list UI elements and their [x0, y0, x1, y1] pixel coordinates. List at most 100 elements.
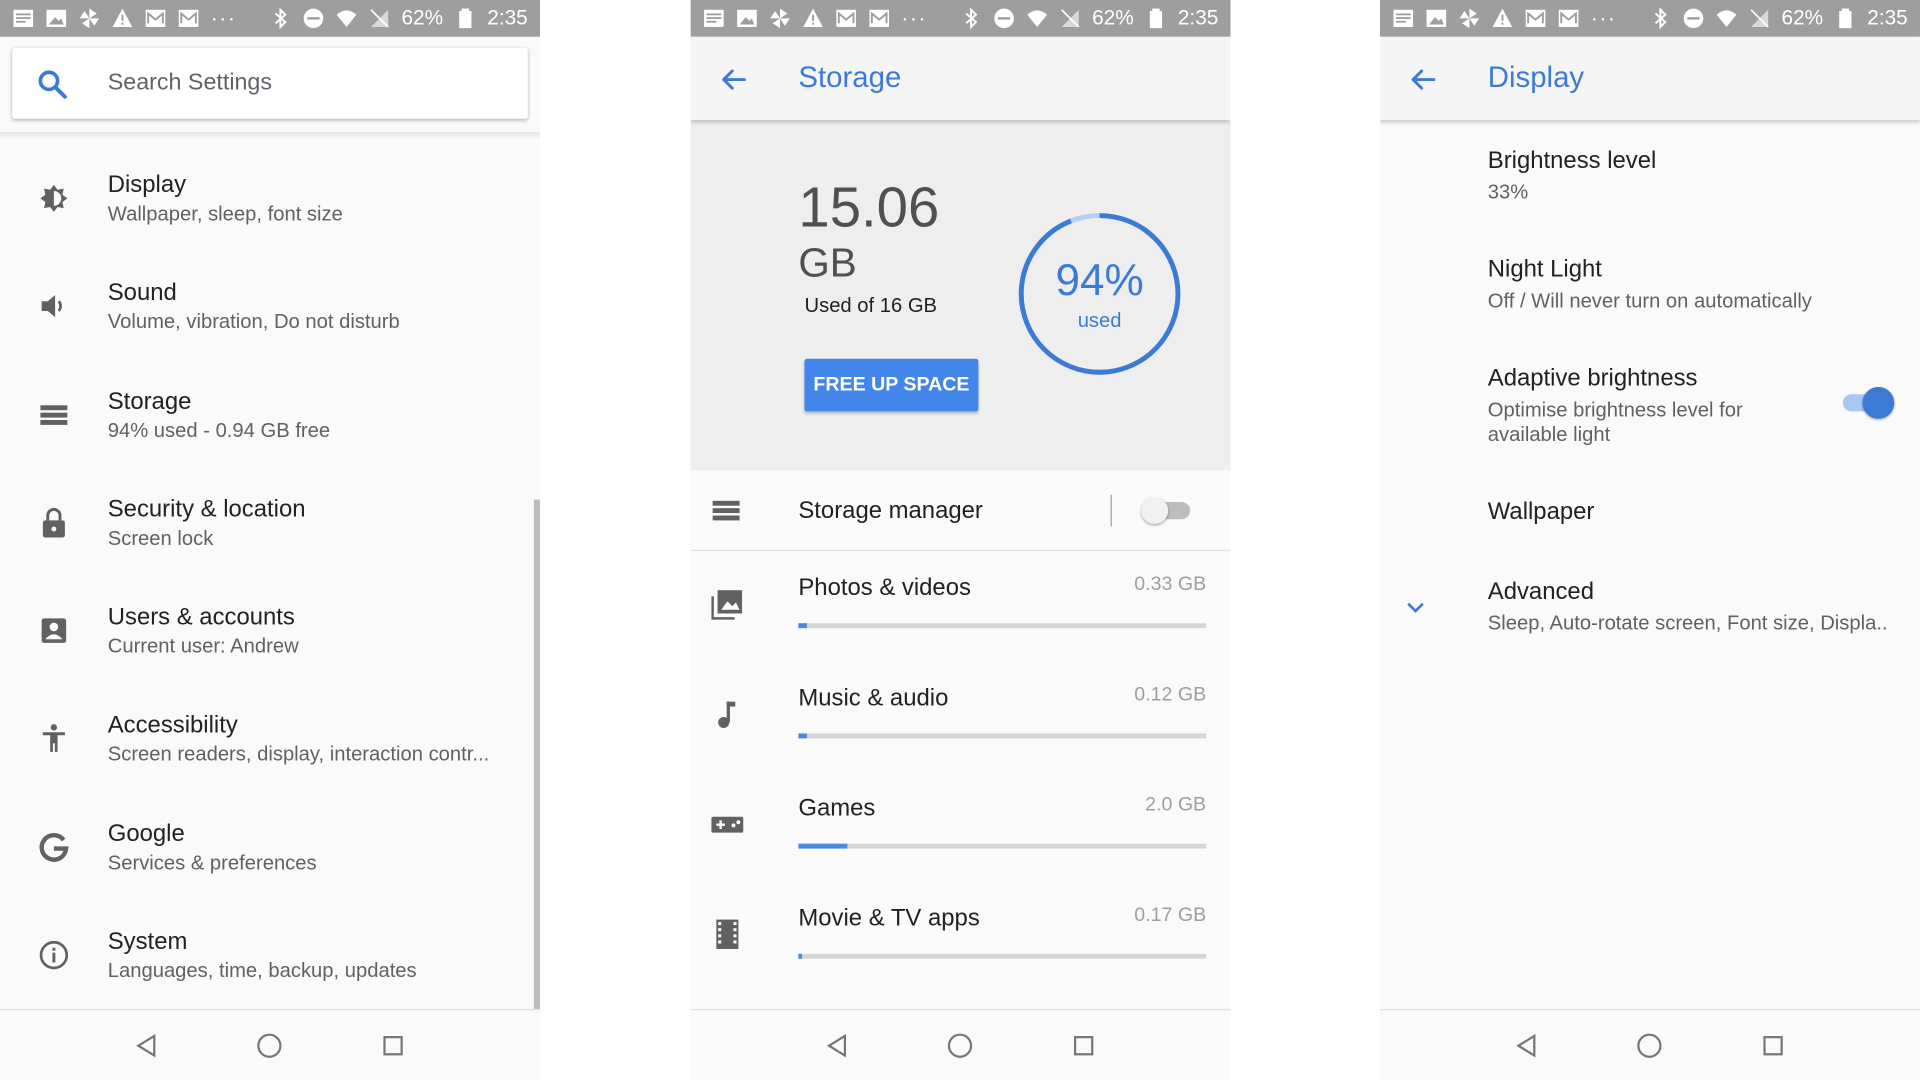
google-icon — [37, 830, 71, 864]
back-nav-button[interactable] — [1510, 1028, 1544, 1062]
category-photos[interactable]: Photos & videos 0.33 GB — [691, 550, 1231, 660]
display-item-advanced[interactable]: Advanced Sleep, Auto-rotate screen, Font… — [1488, 578, 1888, 636]
accessibility-icon — [37, 722, 71, 756]
settings-item-title: Google — [107, 820, 185, 848]
status-bar: ··· 62% 2:35 — [690, 0, 1231, 37]
storage-manager-row[interactable]: Storage manager — [690, 470, 1231, 552]
search-bar[interactable]: Search Settings — [12, 47, 528, 119]
category-label: Games — [798, 794, 876, 822]
bluetooth-icon — [960, 7, 982, 30]
gamepad-icon — [710, 807, 744, 841]
category-music[interactable]: Music & audio 0.12 GB — [691, 660, 1231, 770]
display-item-wallpaper[interactable]: Wallpaper — [1488, 498, 1595, 526]
used-amount: 15.06 — [798, 175, 940, 239]
home-nav-button[interactable] — [1633, 1028, 1667, 1062]
category-size: 0.33 GB — [1134, 574, 1207, 596]
storage-summary: 15.06 GB Used of 16 GB FREE UP SPACE 94%… — [690, 120, 1231, 471]
back-triangle-icon — [136, 1033, 156, 1057]
bluetooth-icon — [1649, 7, 1671, 30]
bluetooth-icon — [269, 7, 291, 30]
settings-list: Display Wallpaper, sleep, font size Soun… — [0, 140, 540, 1005]
display-item-subtitle: Sleep, Auto-rotate screen, Font size, Di… — [1487, 612, 1888, 635]
adaptive-brightness-toggle[interactable] — [1840, 386, 1895, 419]
warning-icon — [1491, 7, 1513, 29]
storage-manager-toggle[interactable] — [1141, 496, 1195, 525]
settings-item-google[interactable]: Google Services & preferences — [0, 788, 540, 896]
battery-icon — [1145, 7, 1167, 29]
warning-icon — [111, 7, 133, 29]
chevron-down-icon[interactable] — [1402, 594, 1429, 621]
battery-icon — [1834, 7, 1856, 29]
app-bar: Display — [1380, 36, 1920, 121]
settings-item-subtitle: Screen lock — [107, 527, 214, 550]
settings-item-title: Users & accounts — [107, 603, 295, 631]
navigation-bar — [0, 1008, 541, 1080]
more-notifications-icon: ··· — [1590, 6, 1617, 31]
photo-icon — [710, 587, 744, 621]
home-nav-button[interactable] — [253, 1028, 287, 1062]
free-up-space-button[interactable]: FREE UP SPACE — [804, 358, 979, 412]
clock: 2:35 — [487, 6, 528, 30]
settings-item-subtitle: Current user: Andrew — [107, 635, 299, 658]
used-unit: GB — [798, 240, 857, 286]
display-item-subtitle: 33% — [1487, 181, 1529, 204]
back-arrow-icon[interactable] — [1407, 64, 1439, 96]
clock: 2:35 — [1867, 6, 1908, 30]
wifi-icon — [1026, 7, 1048, 29]
music-note-icon — [710, 697, 744, 731]
category-games[interactable]: Games 2.0 GB — [691, 770, 1231, 880]
account-icon — [37, 614, 71, 648]
category-size: 0.12 GB — [1134, 684, 1207, 706]
news-notification-icon — [12, 7, 34, 29]
recents-square-icon — [1073, 1035, 1094, 1055]
category-usage-fill — [798, 733, 807, 739]
back-nav-button[interactable] — [821, 1028, 855, 1062]
no-sim-icon — [368, 7, 390, 29]
mail-notification-icon — [868, 7, 890, 29]
category-usage-fill — [798, 953, 803, 959]
screenshot-stage: ··· 62% 2:35 Search Settings Display Wal… — [0, 0, 1920, 1080]
category-usage-bar — [798, 843, 1207, 849]
home-circle-icon — [257, 1032, 283, 1058]
settings-item-title: Accessibility — [107, 712, 238, 739]
home-nav-button[interactable] — [943, 1028, 977, 1062]
category-usage-fill — [798, 843, 848, 849]
recents-nav-button[interactable] — [1066, 1028, 1100, 1062]
settings-item-display[interactable]: Display Wallpaper, sleep, font size — [0, 140, 540, 248]
search-input[interactable]: Search Settings — [108, 70, 272, 97]
settings-item-sound[interactable]: Sound Volume, vibration, Do not disturb — [0, 248, 540, 356]
category-usage-bar — [798, 733, 1207, 739]
settings-item-title: Sound — [107, 279, 177, 307]
back-arrow-icon[interactable] — [718, 64, 750, 96]
status-bar: ··· 62% 2:35 — [0, 0, 541, 37]
wifi-icon — [335, 7, 357, 29]
back-nav-button[interactable] — [130, 1028, 164, 1062]
recents-square-icon — [383, 1035, 403, 1055]
back-triangle-icon — [827, 1033, 847, 1057]
mail-notification-icon — [178, 7, 200, 29]
photo-notification-icon — [736, 7, 758, 29]
settings-item-accessibility[interactable]: Accessibility Screen readers, display, i… — [0, 680, 540, 788]
recents-nav-button[interactable] — [376, 1028, 410, 1062]
settings-item-subtitle: Screen readers, display, interaction con… — [107, 743, 490, 766]
usage-percent: 94% — [1055, 254, 1144, 305]
settings-item-security[interactable]: Security & location Screen lock — [0, 464, 540, 572]
display-item-title: Advanced — [1487, 577, 1594, 605]
settings-screen: ··· 62% 2:35 Search Settings Display Wal… — [0, 0, 541, 1080]
storage-category-list: Photos & videos 0.33 GB Music & audio 0.… — [691, 550, 1231, 991]
settings-item-storage[interactable]: Storage 94% used - 0.94 GB free — [0, 356, 540, 464]
display-item-night-light[interactable]: Night Light Off / Will never turn on aut… — [1488, 256, 1812, 314]
settings-item-users[interactable]: Users & accounts Current user: Andrew — [0, 572, 540, 680]
home-circle-icon — [948, 1032, 973, 1058]
display-item-adaptive-brightness[interactable]: Adaptive brightness Optimise brightness … — [1488, 365, 1794, 447]
film-icon — [710, 917, 744, 951]
display-item-brightness-level[interactable]: Brightness level 33% — [1488, 147, 1657, 205]
no-sim-icon — [1748, 7, 1770, 29]
recents-nav-button[interactable] — [1756, 1028, 1790, 1062]
settings-item-system[interactable]: System Languages, time, backup, updates — [0, 896, 540, 1004]
display-item-title: Brightness level — [1487, 146, 1657, 174]
category-movies[interactable]: Movie & TV apps 0.17 GB — [691, 880, 1231, 990]
info-icon — [37, 938, 71, 972]
news-notification-icon — [1392, 7, 1414, 29]
scrollbar[interactable] — [533, 499, 541, 1009]
